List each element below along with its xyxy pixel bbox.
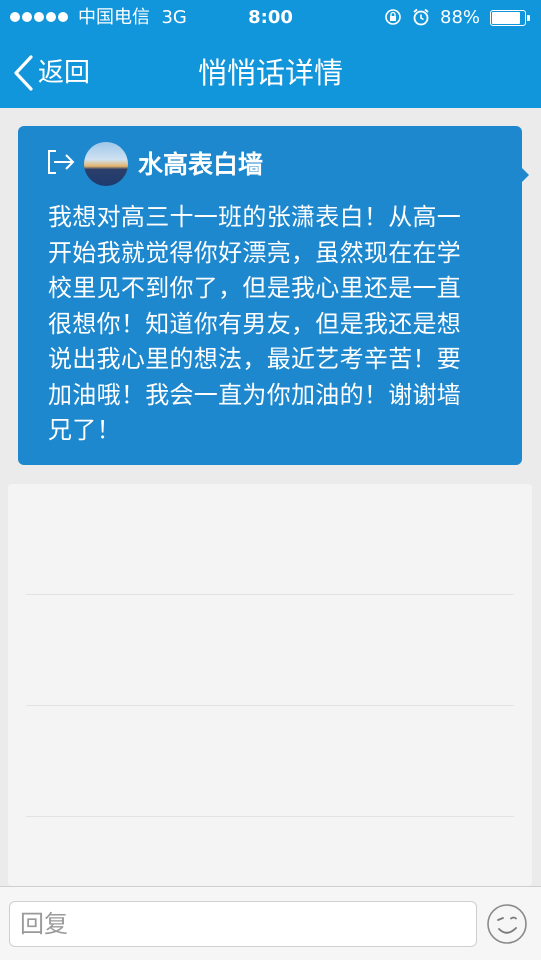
post-body: 我想对高三十一班的张潇表白！从高一开始我就觉得你好漂亮，虽然现在在学校里见不到你… — [48, 203, 462, 444]
card-pointer — [520, 166, 529, 184]
chevron-left-icon — [14, 55, 33, 91]
back-label: 返回 — [38, 58, 91, 88]
emoji-icon[interactable] — [486, 903, 528, 945]
back-button[interactable]: 返回 — [12, 50, 90, 96]
avatar[interactable] — [84, 142, 128, 186]
divider — [26, 816, 514, 817]
divider — [26, 594, 514, 595]
author-name[interactable]: 水高表白墙 — [138, 148, 263, 182]
battery-level — [492, 12, 521, 24]
alarm-icon — [413, 8, 429, 26]
battery-percentage: 88% — [440, 7, 481, 28]
screen: 中国电信 3G 8:00 88% 悄悄话详情 返回 水高表白墙 我想对高三十一班… — [0, 0, 541, 960]
post-card: 水高表白墙 我想对高三十一班的张潇表白！从高一开始我就觉得你好漂亮，虽然现在在学… — [18, 126, 522, 465]
status-bar: 中国电信 3G 8:00 88% — [0, 0, 541, 38]
reply-input[interactable] — [9, 901, 477, 947]
rotation-lock-icon — [385, 9, 401, 25]
nav-bar: 悄悄话详情 返回 — [0, 38, 541, 108]
reply-bar — [0, 886, 541, 960]
battery-icon — [490, 10, 532, 28]
comments-panel — [8, 484, 532, 886]
divider — [26, 705, 514, 706]
share-exit-icon[interactable] — [46, 148, 76, 176]
